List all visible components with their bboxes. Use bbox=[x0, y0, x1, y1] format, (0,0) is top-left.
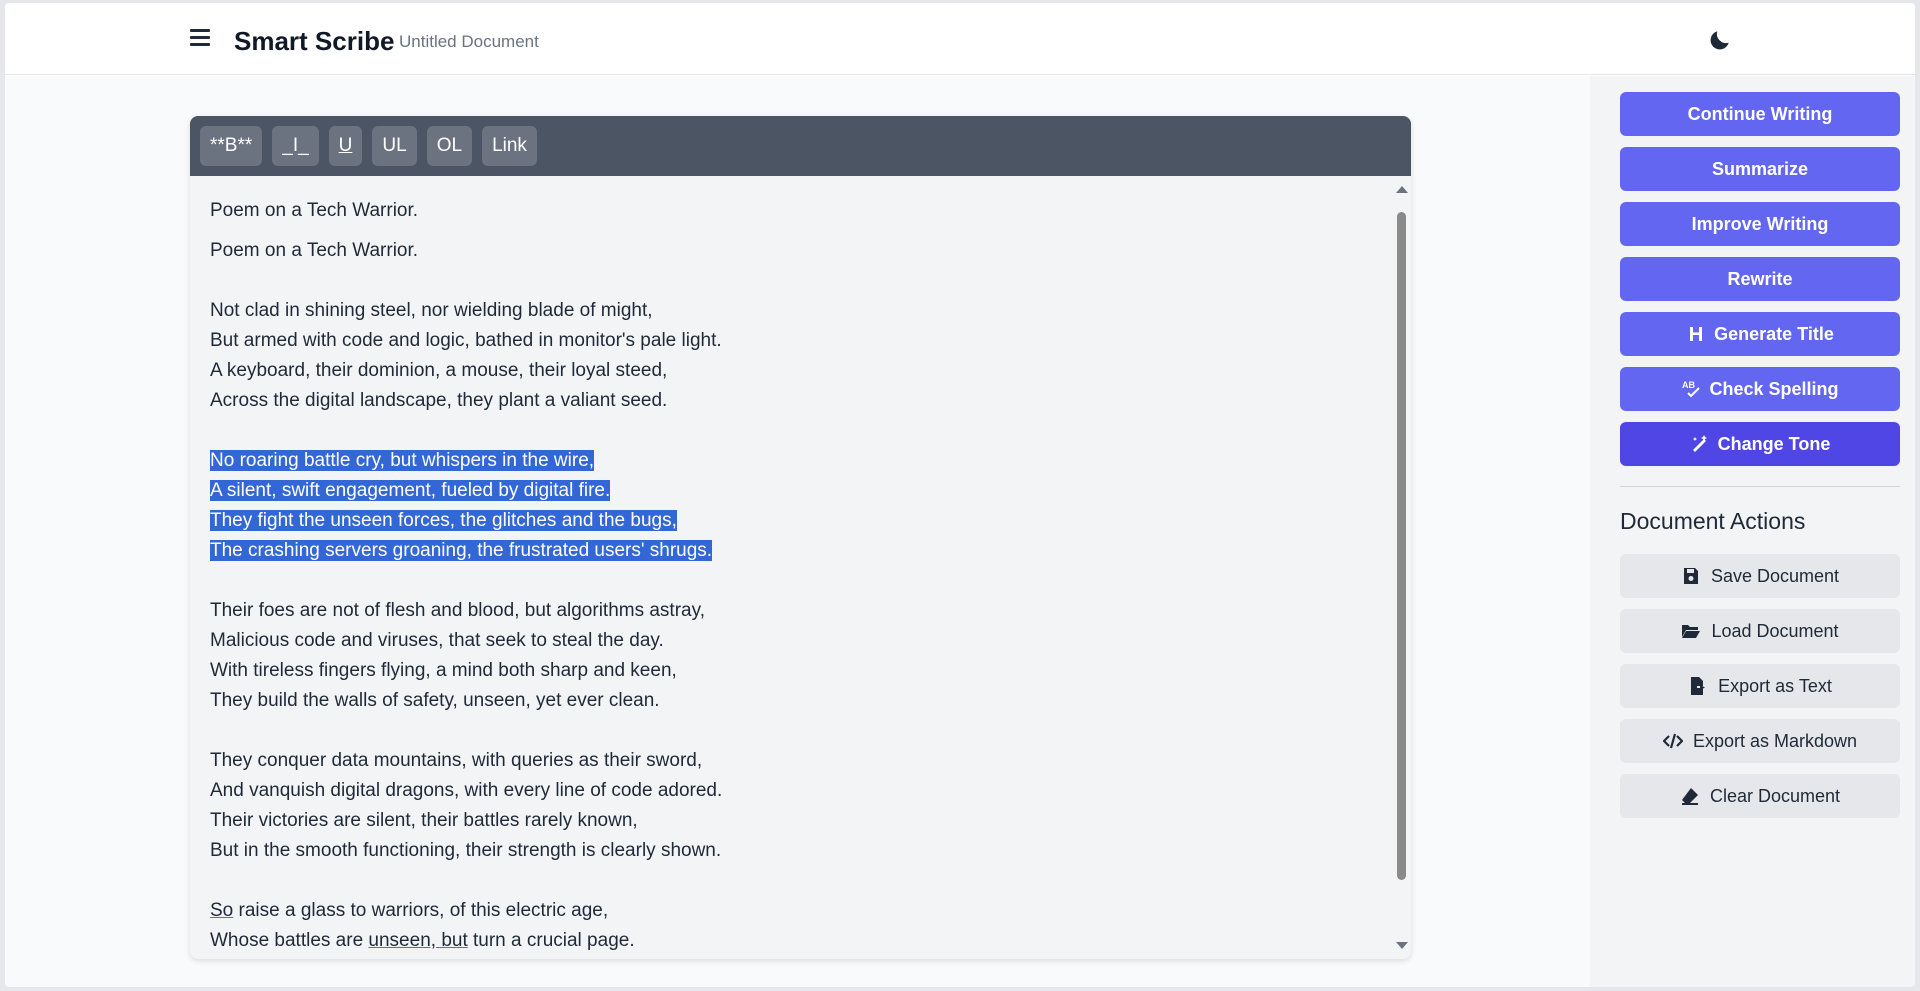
italic-button[interactable]: _I_ bbox=[272, 126, 319, 166]
text-line: Not clad in shining steel, nor wielding … bbox=[210, 300, 653, 321]
spell-check-icon: AB bbox=[1682, 380, 1701, 398]
text-line: They conquer data mountains, with querie… bbox=[210, 750, 703, 771]
text-line: Poem on a Tech Warrior. bbox=[210, 240, 419, 261]
generate-title-button[interactable]: Generate Title bbox=[1620, 312, 1900, 356]
bold-button[interactable]: **B** bbox=[200, 126, 263, 166]
document-actions-heading: Document Actions bbox=[1620, 508, 1806, 534]
app-window: Smart Scribe Untitled Document **B** _I_… bbox=[5, 3, 1915, 987]
save-document-button[interactable]: Save Document bbox=[1620, 554, 1900, 598]
text-line: So raise a glass to warriors, of this el… bbox=[210, 900, 609, 921]
top-bar: Smart Scribe Untitled Document bbox=[5, 3, 1915, 75]
clear-document-button[interactable]: Clear Document bbox=[1620, 774, 1900, 818]
magic-wand-icon bbox=[1692, 435, 1707, 452]
text-line: A keyboard, their dominion, a mouse, the… bbox=[210, 360, 668, 381]
continue-writing-button[interactable]: Continue Writing bbox=[1620, 92, 1900, 136]
editor-scrollbar[interactable] bbox=[1392, 176, 1411, 959]
load-document-button[interactable]: Load Document bbox=[1620, 609, 1900, 653]
misspelled-word[interactable]: unseen, but bbox=[368, 930, 467, 951]
heading-icon bbox=[1690, 327, 1703, 341]
code-icon bbox=[1662, 733, 1683, 749]
text-line: But in the smooth functioning, their str… bbox=[210, 840, 722, 861]
text-line: Malicious code and viruses, that seek to… bbox=[210, 630, 664, 651]
text-line: They build the walls of safety, unseen, … bbox=[210, 690, 660, 711]
editor-panel: **B** _I_ U UL OL Link Poem on a Tech Wa… bbox=[190, 116, 1411, 959]
app-title: Smart Scribe bbox=[234, 26, 395, 56]
selected-text-line: No roaring battle cry, but whispers in t… bbox=[210, 450, 595, 471]
change-tone-button[interactable]: Change Tone bbox=[1620, 422, 1900, 466]
text-line: Their foes are not of flesh and blood, b… bbox=[210, 600, 705, 621]
moon-icon[interactable] bbox=[1707, 27, 1733, 53]
export-markdown-button[interactable]: Export as Markdown bbox=[1620, 719, 1900, 763]
underline-button[interactable]: U bbox=[328, 126, 363, 166]
check-spelling-button[interactable]: AB Check Spelling bbox=[1620, 367, 1900, 411]
unordered-list-button[interactable]: UL bbox=[372, 126, 417, 166]
editor-textarea[interactable]: Poem on a Tech Warrior. Poem on a Tech W… bbox=[190, 176, 1390, 959]
link-button[interactable]: Link bbox=[482, 126, 537, 166]
selected-text-line: The crashing servers groaning, the frust… bbox=[210, 540, 713, 561]
scroll-thumb[interactable] bbox=[1397, 212, 1406, 880]
hamburger-icon[interactable] bbox=[190, 29, 210, 47]
improve-writing-button[interactable]: Improve Writing bbox=[1620, 202, 1900, 246]
editor-area: **B** _I_ U UL OL Link Poem on a Tech Wa… bbox=[5, 76, 1590, 987]
svg-text:AB: AB bbox=[1682, 380, 1695, 390]
text-line: Across the digital landscape, they plant… bbox=[210, 390, 668, 411]
rewrite-button[interactable]: Rewrite bbox=[1620, 257, 1900, 301]
document-title[interactable]: Untitled Document bbox=[399, 32, 539, 52]
folder-open-icon bbox=[1682, 625, 1701, 638]
selected-text-line: A silent, swift engagement, fueled by di… bbox=[210, 480, 611, 501]
ai-sidebar: Continue Writing Summarize Improve Writi… bbox=[1590, 76, 1915, 987]
ordered-list-button[interactable]: OL bbox=[426, 126, 473, 166]
save-icon bbox=[1683, 568, 1698, 584]
sidebar-divider bbox=[1620, 486, 1900, 487]
misspelled-word[interactable]: So bbox=[210, 900, 233, 921]
text-line: And vanquish digital dragons, with every… bbox=[210, 780, 723, 801]
eraser-icon bbox=[1681, 788, 1698, 805]
text-line: Whose battles are unseen, but turn a cru… bbox=[210, 930, 635, 951]
format-toolbar: **B** _I_ U UL OL Link bbox=[190, 116, 1411, 176]
text-line: With tireless fingers flying, a mind bot… bbox=[210, 660, 677, 681]
text-line: Their victories are silent, their battle… bbox=[210, 810, 638, 831]
text-line: But armed with code and logic, bathed in… bbox=[210, 330, 722, 351]
scroll-up-arrow-icon[interactable] bbox=[1396, 186, 1408, 193]
export-text-button[interactable]: Export as Text bbox=[1620, 664, 1900, 708]
summarize-button[interactable]: Summarize bbox=[1620, 147, 1900, 191]
selected-text-line: They fight the unseen forces, the glitch… bbox=[210, 510, 677, 531]
scroll-down-arrow-icon[interactable] bbox=[1396, 942, 1408, 949]
file-export-icon bbox=[1691, 677, 1706, 695]
text-line: Poem on a Tech Warrior. bbox=[210, 200, 419, 221]
